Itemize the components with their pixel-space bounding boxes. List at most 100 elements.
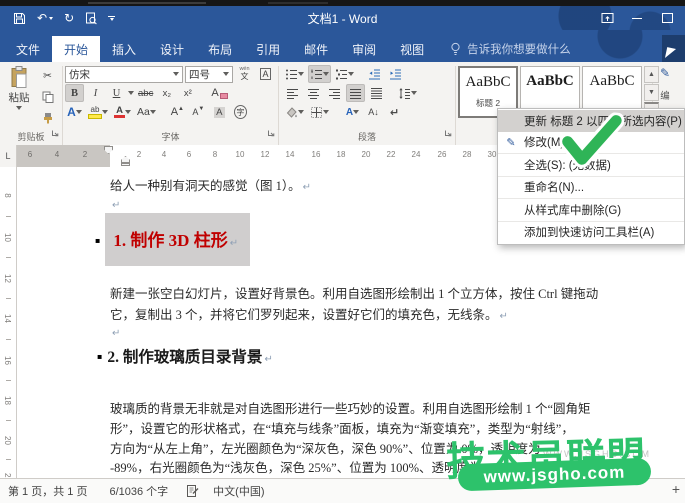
character-border-icon[interactable]: A: [256, 65, 275, 83]
tab-layout[interactable]: 布局: [196, 36, 244, 62]
ribbon-display-options-icon[interactable]: [597, 6, 617, 30]
line-spacing-icon[interactable]: [396, 84, 419, 102]
paste-button[interactable]: 粘贴: [3, 66, 35, 124]
font-name-select[interactable]: 仿宋: [65, 66, 183, 83]
subscript-button[interactable]: x₂: [157, 84, 176, 102]
tab-mailings[interactable]: 邮件: [292, 36, 340, 62]
tell-me-box[interactable]: 告诉我你想要做什么: [450, 36, 571, 62]
empty-line: ↵: [110, 197, 120, 212]
font-group-label: 字体: [63, 130, 278, 143]
strip-artifact: [88, 2, 206, 4]
tab-home[interactable]: 开始: [52, 36, 100, 62]
menu-item-remove-from-gallery[interactable]: 从样式库中删除(G): [498, 198, 684, 221]
hanging-indent-marker[interactable]: [121, 156, 130, 163]
asian-layout-icon[interactable]: A: [343, 103, 362, 121]
bullets-icon[interactable]: [283, 65, 306, 83]
bold-button[interactable]: B: [65, 84, 84, 102]
paragraph-mark: ↵: [264, 354, 272, 365]
outline-bullet-icon: ▪: [95, 236, 100, 245]
styles-scroll-down-icon[interactable]: ▼: [644, 84, 659, 101]
copy-icon[interactable]: [38, 88, 57, 106]
paragraph-group: A A↓ ↵ 段落: [279, 62, 455, 145]
align-center-icon[interactable]: [304, 84, 323, 102]
clipboard-group: 粘贴 ✂ 剪贴板: [0, 62, 62, 145]
clear-formatting-icon[interactable]: A: [209, 84, 229, 102]
menu-item-add-to-qat[interactable]: 添加到快速访问工具栏(A): [498, 221, 684, 244]
left-indent-marker[interactable]: [121, 163, 130, 166]
word-count[interactable]: 6/1036 个字: [109, 483, 168, 499]
page-indicator[interactable]: 第 1 页，共 1 页: [8, 483, 87, 499]
zoom-in-button[interactable]: +: [672, 481, 680, 497]
numbering-icon[interactable]: [308, 65, 331, 83]
font-group: 仿宋 四号 wén文 A B I U abc x₂ x²: [63, 62, 278, 145]
annotation-checkmark-icon: [555, 107, 625, 173]
font-size-value: 四号: [189, 67, 210, 82]
cut-off-element: [662, 35, 685, 62]
clipboard-dialog-launcher[interactable]: [51, 124, 59, 142]
font-color-icon[interactable]: A: [112, 103, 133, 121]
styles-scroll-up-icon[interactable]: ▲: [644, 66, 659, 83]
font-dialog-launcher[interactable]: [267, 124, 275, 142]
menu-item-rename[interactable]: 重命名(N)...: [498, 176, 684, 199]
underline-button[interactable]: U: [107, 84, 126, 102]
empty-line: ↵: [110, 325, 120, 340]
multilevel-list-icon[interactable]: [333, 65, 356, 83]
strikethrough-button[interactable]: abc: [136, 84, 155, 102]
vertical-ruler[interactable]: 8 10 12 14 16 18 20 22: [0, 167, 17, 478]
word-window: ↶ ↻ 文档1 - Word 文件 开始 插入 设计 布局 引用 邮: [0, 0, 685, 503]
heading1-selection: 1. 制作 3D 柱形↵: [105, 213, 250, 266]
show-marks-icon[interactable]: ↵: [385, 103, 404, 121]
tab-review[interactable]: 审阅: [340, 36, 388, 62]
cut-icon[interactable]: ✂: [38, 67, 57, 85]
shading-icon[interactable]: [283, 103, 306, 121]
heading1-text: 1. 制作 3D 柱形: [113, 231, 227, 250]
strip-artifact: [268, 2, 328, 4]
grow-font-icon[interactable]: A▲: [168, 103, 187, 121]
paragraph-mark: ↵: [230, 238, 238, 249]
modify-icon: ✎: [498, 136, 524, 149]
sort-icon[interactable]: A↓: [364, 103, 383, 121]
paste-label: 粘贴: [9, 90, 30, 105]
editing-group-partial: ✎ 编: [660, 66, 670, 102]
heading1-row: ▪ 1. 制作 3D 柱形↵: [95, 213, 250, 266]
body-line: 玻璃质的背景无非就是对自选图形进行一些巧妙的设置。利用自选图形绘制 1 个“圆角…: [110, 398, 591, 417]
modify-style-icon[interactable]: ✎: [660, 66, 670, 80]
align-left-icon[interactable]: [283, 84, 302, 102]
tab-view[interactable]: 视图: [388, 36, 436, 62]
tab-insert[interactable]: 插入: [100, 36, 148, 62]
editing-group-label-partial: 编: [660, 88, 670, 102]
proofing-status-icon[interactable]: [186, 484, 199, 498]
ribbon-tab-bar: 文件 开始 插入 设计 布局 引用 邮件 审阅 视图 告诉我你想要做什么: [0, 30, 685, 62]
tab-design[interactable]: 设计: [148, 36, 196, 62]
phonetic-guide-icon[interactable]: wén文: [235, 65, 254, 83]
borders-icon[interactable]: [308, 103, 331, 121]
body-line: 给人一种别有洞天的感觉（图 1）。↵: [110, 175, 311, 194]
justify-icon[interactable]: [346, 84, 365, 102]
body-line: 新建一张空白幻灯片，设置好背景色。利用自选图形绘制出 1 个立方体，按住 Ctr…: [110, 283, 598, 302]
superscript-button[interactable]: x²: [178, 84, 197, 102]
shrink-font-icon[interactable]: A▼: [189, 103, 208, 121]
tell-me-label: 告诉我你想要做什么: [467, 41, 571, 57]
tab-file[interactable]: 文件: [4, 36, 52, 62]
distribute-icon[interactable]: [367, 84, 386, 102]
italic-button[interactable]: I: [86, 84, 105, 102]
decrease-indent-icon[interactable]: [365, 65, 384, 83]
enclose-characters-icon[interactable]: 字: [231, 103, 250, 121]
tab-references[interactable]: 引用: [244, 36, 292, 62]
character-shading-icon[interactable]: A: [210, 103, 229, 121]
paragraph-dialog-launcher[interactable]: [444, 124, 452, 142]
text-effects-icon[interactable]: A: [65, 103, 84, 121]
tab-selector[interactable]: L: [0, 145, 17, 167]
maximize-icon[interactable]: [657, 6, 677, 30]
language-indicator[interactable]: 中文(中国): [213, 483, 264, 499]
align-right-icon[interactable]: [325, 84, 344, 102]
paragraph-group-label: 段落: [279, 130, 455, 143]
change-case-icon[interactable]: Aa: [135, 103, 158, 121]
body-line: 它，复制出 3 个，并将它们罗列起来，设置好它们的填充色，无线条。↵: [110, 304, 508, 323]
highlight-color-icon[interactable]: ab: [86, 103, 110, 121]
minimize-icon[interactable]: [627, 6, 647, 30]
increase-indent-icon[interactable]: [386, 65, 405, 83]
heading2-text: 2. 制作玻璃质目录背景: [107, 349, 262, 366]
font-size-select[interactable]: 四号: [185, 66, 233, 83]
underline-caret[interactable]: [128, 91, 134, 95]
